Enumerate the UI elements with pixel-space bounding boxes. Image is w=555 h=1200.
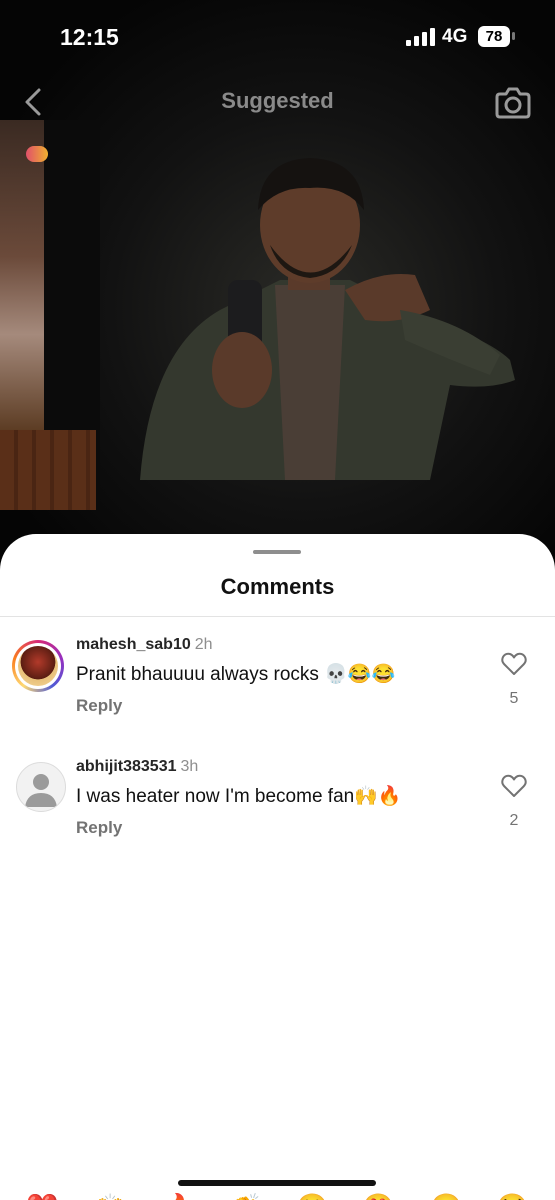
sheet-title: Comments	[220, 574, 335, 599]
comments-sheet: Comments mahesh_sab10 2h Pranit bhauuuu a…	[0, 534, 555, 1200]
avatar[interactable]	[12, 640, 64, 692]
network-label: 4G	[442, 26, 468, 47]
username[interactable]: mahesh_sab10	[76, 636, 191, 653]
heart-icon[interactable]	[501, 774, 527, 798]
home-indicator[interactable]	[178, 1180, 376, 1186]
reaction-emoji[interactable]: 😢	[296, 1192, 328, 1200]
reel-header: Suggested	[0, 76, 555, 128]
avatar-ring-inner	[15, 643, 61, 689]
avatar[interactable]	[16, 762, 66, 812]
signal-strength-icon	[406, 28, 435, 46]
comment-text: Pranit bhauuuu always rocks 💀😂😂	[76, 664, 396, 685]
sheet-grabber[interactable]	[253, 550, 301, 554]
camera-icon[interactable]	[494, 84, 532, 120]
reaction-emoji[interactable]: 🔥	[162, 1192, 194, 1200]
stage-wood	[0, 430, 96, 510]
gradient-indicator	[26, 146, 48, 162]
reaction-emoji[interactable]: 🙌	[94, 1192, 126, 1200]
comment-time: 3h	[180, 758, 199, 775]
comment-meta: abhijit383531 3h	[76, 758, 198, 776]
divider	[0, 616, 555, 617]
like-count: 2	[509, 812, 519, 829]
username[interactable]: abhijit383531	[76, 758, 177, 775]
reply-button[interactable]: Reply	[76, 818, 122, 838]
clock: 12:15	[60, 24, 119, 50]
comment-time: 2h	[194, 636, 213, 653]
like-count: 5	[509, 690, 519, 707]
reaction-emoji[interactable]: 😮	[430, 1192, 462, 1200]
page-title: Suggested	[221, 88, 334, 113]
reaction-emoji[interactable]: 😂	[496, 1192, 528, 1200]
battery-icon: 78	[478, 26, 510, 47]
default-avatar-icon	[25, 774, 57, 807]
reaction-emoji[interactable]: ❤️	[26, 1192, 58, 1200]
reaction-emoji[interactable]: 😍	[362, 1192, 394, 1200]
comment-item: mahesh_sab10 2h Pranit bhauuuu always roc…	[0, 636, 555, 746]
reply-button[interactable]: Reply	[76, 696, 122, 716]
avatar-image	[18, 646, 58, 686]
comment-meta: mahesh_sab10 2h	[76, 636, 213, 654]
quick-reaction-bar: ❤️ 🙌 🔥 👏 😢 😍 😮 😂	[0, 1186, 555, 1200]
battery-nub	[512, 32, 515, 40]
comment-item: abhijit383531 3h I was heater now I'm bec…	[0, 758, 555, 868]
status-bar: 12:15 4G 78	[0, 0, 555, 72]
heart-icon[interactable]	[501, 652, 527, 676]
comment-text: I was heater now I'm become fan🙌🔥	[76, 786, 402, 807]
reaction-emoji[interactable]: 👏	[230, 1192, 262, 1200]
performer-figure	[140, 158, 515, 480]
